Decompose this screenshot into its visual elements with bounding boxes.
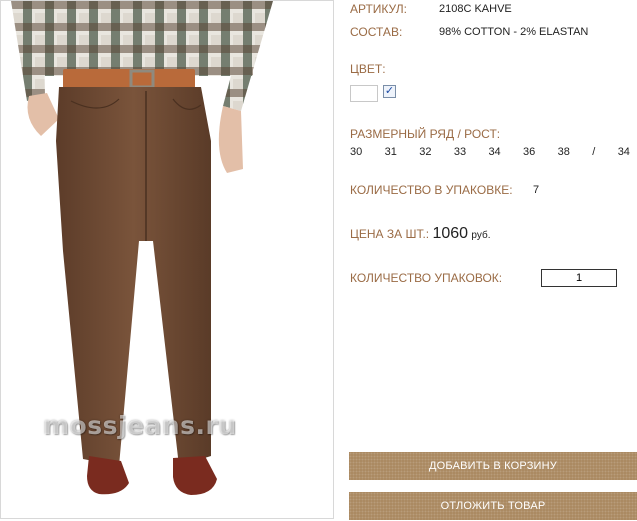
price-label: ЦЕНА ЗА ШТ.: bbox=[350, 227, 430, 241]
pack-qty-label: КОЛИЧЕСТВО В УПАКОВКЕ: bbox=[350, 183, 513, 197]
article-label: АРТИКУЛ: bbox=[350, 2, 407, 16]
order-packs-input[interactable] bbox=[541, 269, 617, 287]
price-currency: руб. bbox=[471, 230, 491, 241]
order-packs-label: КОЛИЧЕСТВО УПАКОВОК: bbox=[350, 271, 503, 285]
size-item: 34 bbox=[488, 146, 501, 158]
size-separator: / bbox=[592, 146, 596, 158]
size-item: 31 bbox=[384, 146, 397, 158]
product-photo: mossjeans.ru bbox=[0, 0, 334, 519]
size-item: 36 bbox=[523, 146, 536, 158]
color-label: ЦВЕТ: bbox=[350, 62, 386, 76]
size-item: 30 bbox=[350, 146, 363, 158]
postpone-button[interactable]: ОТЛОЖИТЬ ТОВАР bbox=[349, 492, 637, 520]
size-item: 38 bbox=[557, 146, 570, 158]
pack-qty-value: 7 bbox=[533, 184, 540, 196]
height-item: 34 bbox=[617, 146, 630, 158]
color-checkbox[interactable]: ✓ bbox=[383, 85, 396, 98]
price-value: 1060 bbox=[432, 225, 469, 242]
color-swatch[interactable] bbox=[350, 85, 378, 102]
watermark-text: mossjeans.ru bbox=[43, 411, 237, 440]
article-value: 2108C KAHVE bbox=[439, 3, 512, 15]
size-list: 30 31 32 33 34 36 38 / 34 bbox=[350, 146, 630, 158]
product-image bbox=[11, 1, 273, 495]
size-item: 33 bbox=[453, 146, 467, 158]
size-item: 32 bbox=[419, 146, 432, 158]
composition-value: 98% COTTON - 2% ELASTAN bbox=[439, 26, 589, 38]
sizes-label: РАЗМЕРНЫЙ РЯД / РОСТ: bbox=[350, 127, 501, 141]
composition-label: СОСТАВ: bbox=[350, 25, 403, 39]
price-row: ЦЕНА ЗА ШТ.: 1060 руб. bbox=[350, 225, 491, 243]
add-to-cart-button[interactable]: ДОБАВИТЬ В КОРЗИНУ bbox=[349, 452, 637, 480]
